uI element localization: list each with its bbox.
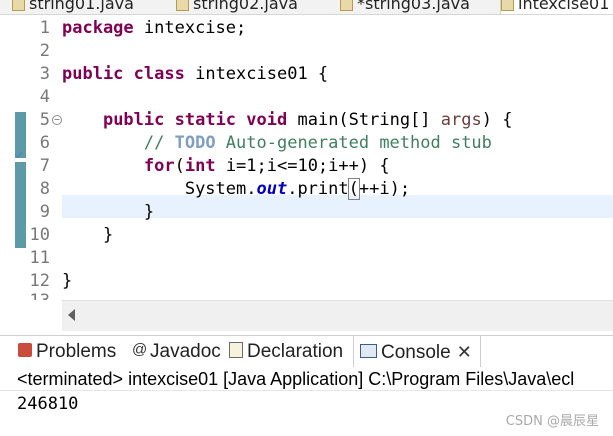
- code-token: i=1;i<=10;i++) {: [215, 156, 390, 176]
- comment: Auto-generated method stub: [215, 133, 492, 153]
- javadoc-icon: @: [132, 341, 148, 358]
- todo-tag: TODO: [174, 133, 216, 153]
- problems-icon: [18, 342, 32, 357]
- code-editor[interactable]: ✓ 1 2 3 4 5 6 7 8 9 10 11 12 13 − packag…: [0, 15, 613, 300]
- editor-tab-strip: string01.java string02.java *string03.ja…: [0, 0, 613, 14]
- console-icon: [360, 343, 377, 358]
- tab-label: Console: [381, 342, 451, 363]
- tab-label: Javadoc: [150, 341, 221, 363]
- code-token: ) {: [481, 110, 513, 130]
- tab-label: Problems: [36, 341, 117, 362]
- keyword: class: [133, 64, 185, 84]
- code-line-5: public static void main(String[] args) {: [62, 109, 513, 132]
- code-line-8: System.out.print(++i);: [62, 178, 410, 201]
- comment: //: [143, 133, 175, 153]
- code-token: intexcise01 {: [184, 64, 329, 84]
- console-status: <terminated> intexcise01 [Java Applicati…: [0, 367, 613, 391]
- code-token: main(String[]: [287, 110, 441, 130]
- view-tab-strip: Problems @ Javadoc Declaration Console ✕: [0, 335, 613, 368]
- editor-tab-label: string02.java: [193, 0, 298, 13]
- java-file-icon: [176, 0, 189, 11]
- code-line-3: public class intexcise01 {: [62, 63, 328, 86]
- line-number: 2: [39, 41, 50, 61]
- keyword: int: [184, 156, 216, 176]
- line-number: 9: [39, 202, 50, 222]
- editor-tab-label: string01.java: [29, 0, 134, 13]
- code-token: intexcise;: [133, 18, 247, 38]
- line-number: 7: [39, 156, 50, 176]
- code-token: }: [62, 271, 73, 291]
- fold-toggle-icon[interactable]: −: [52, 115, 62, 125]
- code-token: }: [102, 225, 114, 245]
- overview-ruler: [0, 15, 14, 300]
- parameter: args: [440, 110, 482, 130]
- code-token: }: [143, 202, 155, 222]
- editor-tab-string02[interactable]: string02.java: [176, 0, 326, 14]
- editor-tab-string01[interactable]: string01.java: [12, 0, 162, 14]
- code-line-10: }: [62, 224, 113, 247]
- keyword: public: [102, 110, 165, 130]
- line-number: 6: [39, 133, 50, 153]
- editor-tab-label: intexcise01: [518, 0, 610, 13]
- editor-tab-intexcise01[interactable]: intexcise01: [500, 0, 613, 14]
- line-number: 11: [29, 248, 50, 268]
- keyword: void: [246, 110, 288, 130]
- tab-console[interactable]: Console ✕: [353, 336, 481, 368]
- tab-label: Declaration: [247, 341, 344, 362]
- horizontal-scrollbar[interactable]: [62, 300, 613, 331]
- code-line-1: package intexcise;: [62, 17, 246, 40]
- declaration-icon: [229, 341, 243, 358]
- close-icon[interactable]: ✕: [457, 342, 472, 362]
- code-token: (: [174, 156, 185, 176]
- java-file-icon: [501, 0, 514, 11]
- line-number: 4: [39, 87, 50, 107]
- matching-bracket: (: [347, 178, 360, 200]
- scroll-left-icon[interactable]: [68, 309, 75, 321]
- console-output[interactable]: 246810: [17, 393, 78, 415]
- code-line-7: for(int i=1;i<=10;i++) {: [62, 155, 390, 178]
- code-line-12: }: [62, 270, 72, 293]
- task-marker-icon[interactable]: ✓: [15, 151, 25, 162]
- line-number: 10: [29, 225, 50, 245]
- watermark: CSDN @晨辰星: [505, 414, 599, 429]
- keyword: static: [174, 110, 237, 130]
- line-number: 3: [39, 64, 50, 84]
- line-number: 1: [39, 18, 50, 38]
- code-token: .print: [287, 179, 349, 199]
- line-number: 8: [39, 179, 50, 199]
- tab-javadoc[interactable]: @ Javadoc: [132, 336, 221, 368]
- line-number: 13: [26, 290, 50, 300]
- java-file-icon: [340, 0, 353, 11]
- java-file-icon: [12, 0, 25, 11]
- static-field: out: [256, 179, 288, 199]
- tab-declaration[interactable]: Declaration: [229, 336, 343, 368]
- code-line-9: }: [62, 201, 154, 224]
- keyword: public: [62, 64, 124, 84]
- code-line-6: // TODO Auto-generated method stub: [62, 132, 492, 155]
- keyword: package: [62, 18, 134, 38]
- keyword: for: [143, 156, 175, 176]
- code-token: ++i);: [358, 179, 411, 199]
- ruler-filler: [0, 300, 62, 330]
- line-number: 5: [39, 110, 50, 130]
- code-token: System.: [184, 179, 257, 199]
- quick-diff-marker: [15, 162, 26, 248]
- tab-problems[interactable]: Problems: [18, 336, 116, 368]
- editor-tab-string03[interactable]: *string03.java: [340, 0, 490, 14]
- editor-tab-label: *string03.java: [357, 0, 470, 13]
